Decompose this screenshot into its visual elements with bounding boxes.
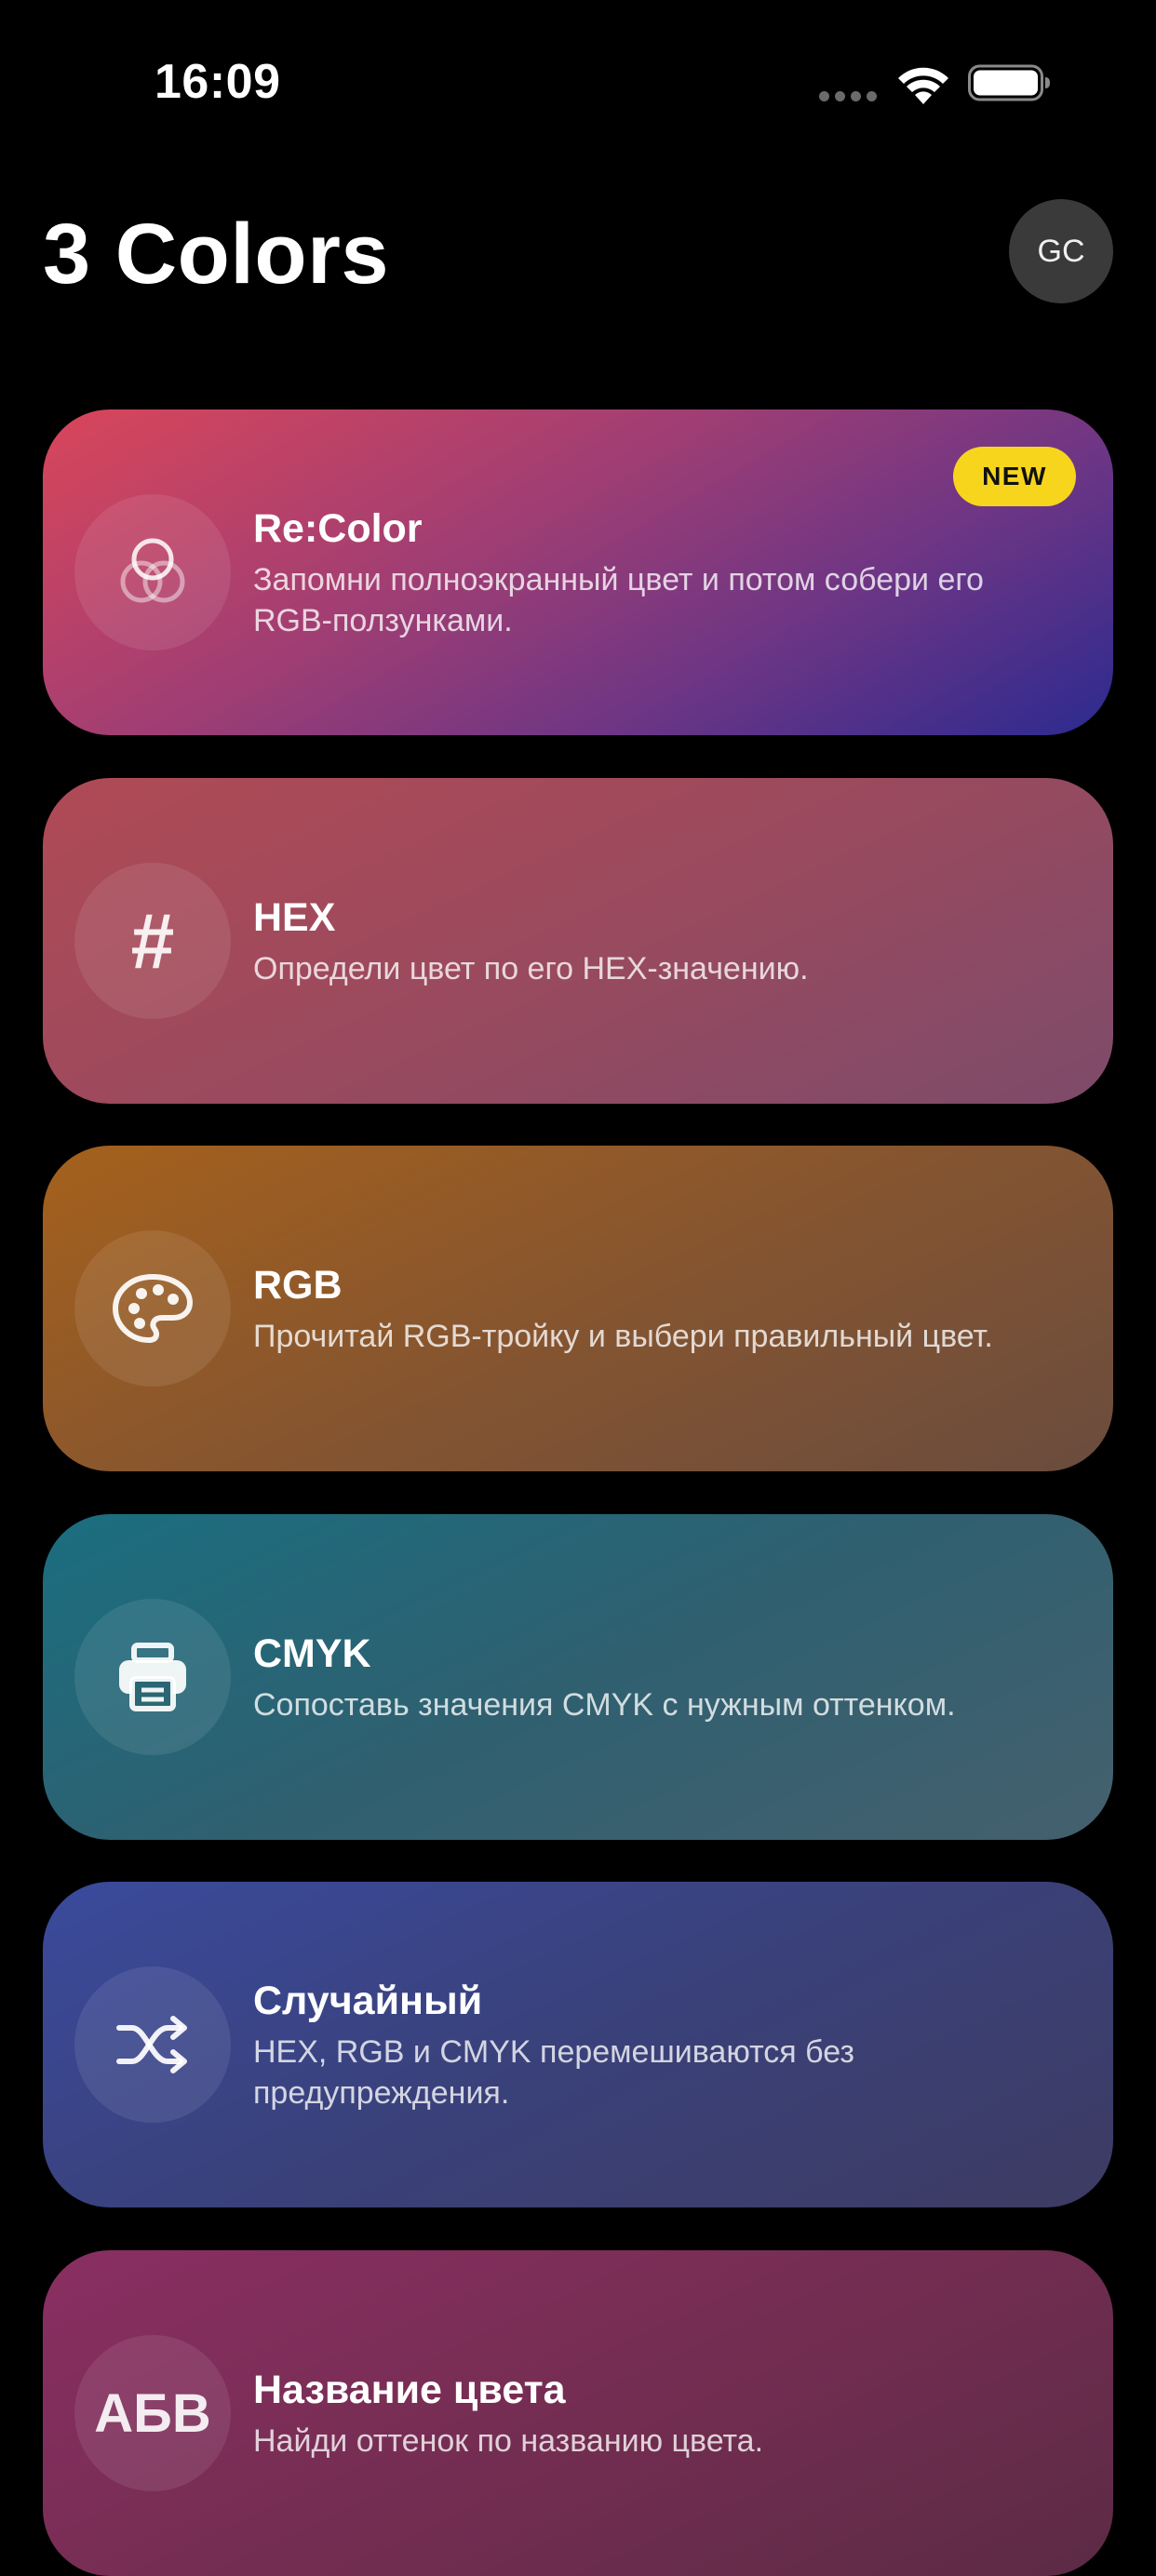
card-title: Название цвета xyxy=(253,2368,566,2412)
card-description: Запомни полноэкранный цвет и потом собер… xyxy=(253,562,984,638)
card-icon-container xyxy=(74,1230,231,1387)
mode-card-cmyk[interactable]: CMYK Сопоставь значения CMYK с нужным от… xyxy=(43,1514,1113,1840)
new-badge: NEW xyxy=(953,447,1076,506)
card-title: Re:Color xyxy=(253,506,423,551)
printer-icon xyxy=(119,1643,186,1711)
card-description: Найди оттенок по названию цвета. xyxy=(253,2423,764,2459)
card-icon-container: АБВ xyxy=(74,2335,231,2491)
hash-icon: # xyxy=(130,896,175,985)
circles-icon xyxy=(120,538,185,603)
card-title: HEX xyxy=(253,895,336,940)
card-icon-container xyxy=(74,1599,231,1755)
palette-icon xyxy=(113,1274,193,1343)
battery-icon xyxy=(968,64,1050,101)
status-bar: 16:09 xyxy=(0,0,1156,168)
card-title: Случайный xyxy=(253,1979,483,2023)
card-icon-container: # xyxy=(74,863,231,1019)
card-icon-container xyxy=(74,494,231,651)
card-description: Прочитай RGB-тройку и выбери правильный … xyxy=(253,1319,993,1354)
page-title: 3 Colors xyxy=(43,207,390,302)
card-description: HEX, RGB и CMYK перемешиваются без преду… xyxy=(253,2034,854,2111)
card-icon-container xyxy=(74,1966,231,2123)
mode-card-random[interactable]: Случайный HEX, RGB и CMYK перемешиваются… xyxy=(43,1882,1113,2207)
status-time: 16:09 xyxy=(155,55,281,109)
wifi-icon xyxy=(898,67,948,104)
shuffle-icon xyxy=(116,2016,187,2073)
card-description: Определи цвет по его HEX-значению. xyxy=(253,951,809,986)
card-title: CMYK xyxy=(253,1631,371,1676)
mode-card-rgb[interactable]: RGB Прочитай RGB-тройку и выбери правиль… xyxy=(43,1146,1113,1471)
profile-avatar[interactable]: GC xyxy=(1009,199,1113,303)
alphabet-icon: АБВ xyxy=(94,2382,211,2444)
mode-card-hex[interactable]: # HEX Определи цвет по его HEX-значению. xyxy=(43,778,1113,1104)
card-title: RGB xyxy=(253,1263,343,1308)
mode-card-color-name[interactable]: АБВ Название цвета Найди оттенок по назв… xyxy=(43,2250,1113,2576)
mode-card-recolor[interactable]: Re:Color Запомни полноэкранный цвет и по… xyxy=(43,409,1113,735)
cellular-signal-icon xyxy=(819,91,879,102)
card-description: Сопоставь значения CMYK с нужным оттенко… xyxy=(253,1687,956,1723)
